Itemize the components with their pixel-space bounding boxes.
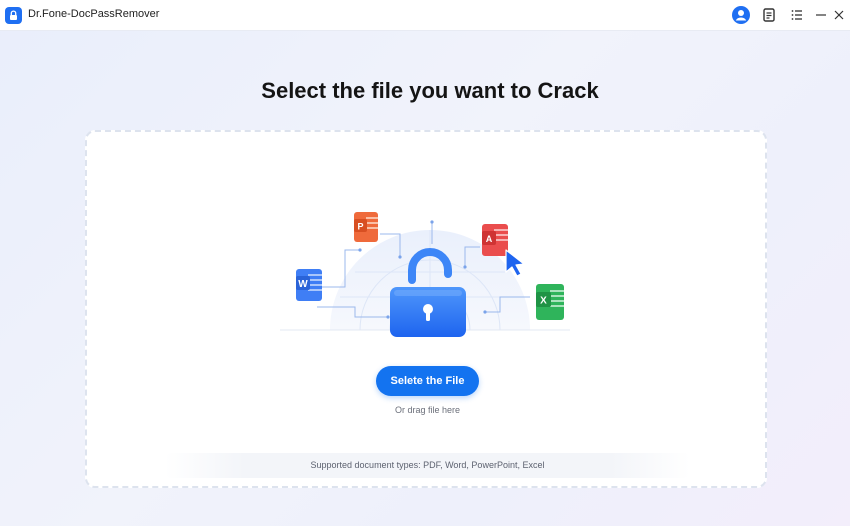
app-logo-icon bbox=[5, 7, 22, 24]
drag-hint-text: Or drag file here bbox=[394, 405, 461, 415]
supported-types-text: Supported document types: PDF, Word, Pow… bbox=[310, 460, 545, 470]
pdf-file-icon: A bbox=[482, 224, 508, 256]
word-file-icon: W bbox=[296, 269, 322, 301]
page-title: Select the file you want to Crack bbox=[261, 78, 599, 103]
app-window: Dr.Fone-DocPassRemover Select the file y… bbox=[0, 0, 850, 526]
unlock-illustration: W P A X bbox=[270, 212, 580, 342]
excel-letter: X bbox=[540, 296, 547, 307]
excel-file-icon: X bbox=[536, 284, 564, 320]
pdf-letter: A bbox=[486, 234, 493, 244]
user-icon[interactable] bbox=[731, 5, 751, 25]
word-letter: W bbox=[298, 279, 308, 290]
powerpoint-letter: P bbox=[357, 222, 363, 232]
select-file-button[interactable]: Selete the File bbox=[376, 366, 479, 396]
supported-types-bar: Supported document types: PDF, Word, Pow… bbox=[165, 453, 690, 478]
close-icon[interactable] bbox=[829, 5, 849, 25]
menu-icon[interactable] bbox=[787, 5, 807, 25]
feedback-icon[interactable] bbox=[759, 5, 779, 25]
app-title: Dr.Fone-DocPassRemover bbox=[28, 8, 160, 20]
powerpoint-file-icon: P bbox=[354, 212, 378, 242]
title-bar: Dr.Fone-DocPassRemover bbox=[0, 0, 850, 31]
minimize-icon[interactable] bbox=[811, 5, 831, 25]
